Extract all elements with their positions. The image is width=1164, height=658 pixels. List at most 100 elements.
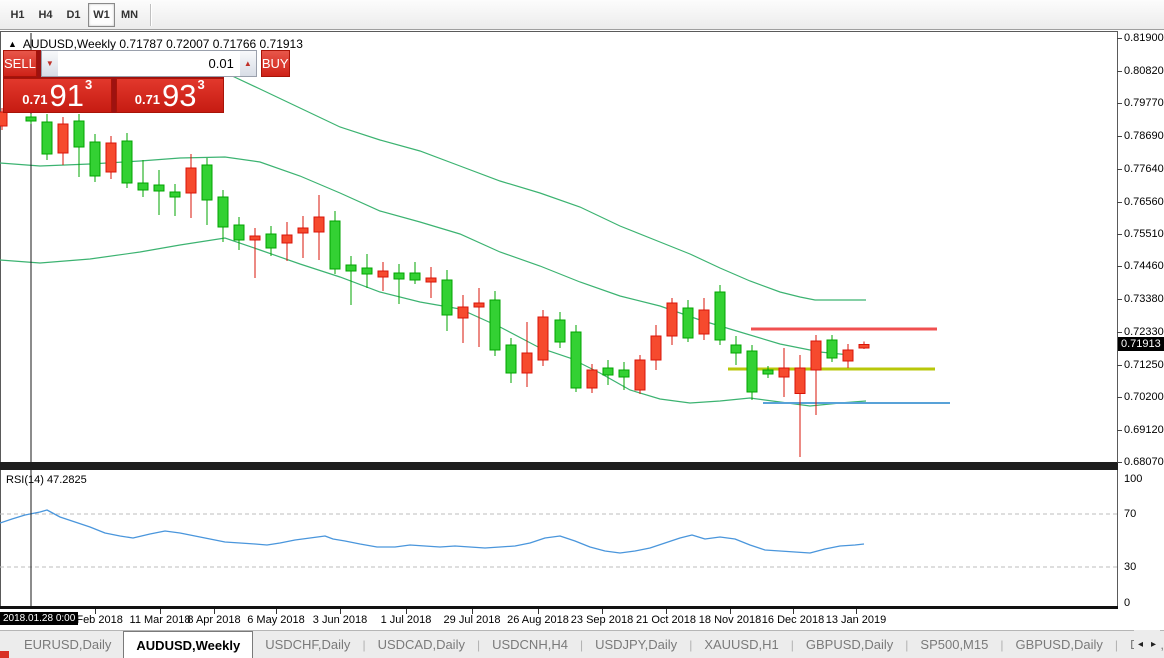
candle (58, 124, 68, 153)
candle (571, 332, 581, 388)
mt4-window: H1H4D1W1MN ▲ AUDUSD,Weekly 0.71787 0.720… (0, 0, 1164, 658)
candle (522, 353, 532, 373)
chart-title-row: ▲ AUDUSD,Weekly 0.71787 0.72007 0.71766 … (8, 37, 303, 51)
candle (779, 368, 789, 377)
candle (90, 142, 100, 176)
candle (378, 271, 388, 277)
candle (314, 217, 324, 232)
candle (731, 345, 741, 353)
buy-price-pip: 3 (198, 77, 205, 92)
candle (843, 350, 853, 361)
chart-tab-xauusd-h1[interactable]: XAUUSD,H1 (692, 631, 790, 658)
date-axis-label: 23 Sep 2018 (571, 614, 633, 626)
price-tick (1117, 462, 1122, 463)
price-tick (1117, 430, 1122, 431)
candle (26, 117, 36, 121)
candle (410, 273, 420, 280)
candle (202, 165, 212, 200)
timeframe-button-w1[interactable]: W1 (88, 3, 115, 27)
sell-price-big: 91 (50, 83, 84, 109)
current-price-tag: 0.71913 (1118, 337, 1164, 351)
candle (747, 351, 757, 392)
buy-button[interactable]: BUY (261, 50, 290, 77)
tab-scroll-left-icon[interactable]: ◂ (1138, 639, 1143, 650)
date-axis-label: 21 Oct 2018 (636, 614, 696, 626)
candle (490, 300, 500, 350)
chart-title: AUDUSD,Weekly 0.71787 0.72007 0.71766 0.… (23, 37, 303, 51)
candle (234, 225, 244, 240)
sell-button[interactable]: SELL (3, 50, 37, 77)
candle (506, 345, 516, 373)
volume-increase-icon[interactable]: ▲ (240, 51, 256, 76)
candle (346, 265, 356, 271)
buy-price-display[interactable]: 0.71 93 3 (116, 78, 225, 113)
chart-tab-usdchf-daily[interactable]: USDCHF,Daily (253, 631, 362, 658)
candle (170, 192, 180, 197)
candle (186, 168, 196, 193)
rsi-axis-label: 0 (1124, 597, 1130, 609)
candle (394, 273, 404, 279)
chart-tab-usdcnh-h4[interactable]: USDCNH,H4 (480, 631, 580, 658)
one-click-trade-panel: SELL ▼ ▲ BUY 0.71 91 3 0.71 93 3 (3, 50, 224, 113)
price-axis-label: 0.76560 (1124, 196, 1164, 208)
price-tick (1117, 169, 1122, 170)
chart-tab-sp500-m15[interactable]: SP500,M15 (908, 631, 1000, 658)
candle (555, 320, 565, 342)
sell-price-display[interactable]: 0.71 91 3 (3, 78, 112, 113)
volume-decrease-icon[interactable]: ▼ (42, 51, 58, 76)
candle (474, 303, 484, 307)
window-corner-marker (0, 651, 9, 658)
candle (683, 308, 693, 338)
timeframe-button-d1[interactable]: D1 (60, 3, 87, 27)
candle (218, 197, 228, 227)
timeframe-button-h4[interactable]: H4 (32, 3, 59, 27)
price-axis-label: 0.70200 (1124, 391, 1164, 403)
collapse-panel-icon[interactable]: ▲ (8, 40, 17, 49)
candle (282, 235, 292, 243)
candle (458, 307, 468, 318)
candle (763, 370, 773, 374)
timeframe-button-h1[interactable]: H1 (4, 3, 31, 27)
chart-tab-eurusd-daily[interactable]: EURUSD,Daily (12, 631, 123, 658)
price-axis-label: 0.71250 (1124, 359, 1164, 371)
timeframe-button-mn[interactable]: MN (116, 3, 143, 27)
sell-price-prefix: 0.71 (22, 92, 47, 107)
chart-tab-gbpusd-daily[interactable]: GBPUSD,Daily (1003, 631, 1114, 658)
chart-tab-usdjpy-daily[interactable]: USDJPY,Daily (583, 631, 689, 658)
candle (426, 278, 436, 282)
tab-scroll-arrows: ◂ ▸ (1134, 630, 1160, 658)
chart-tab-usdcad-daily[interactable]: USDCAD,Daily (366, 631, 477, 658)
date-axis-label: 6 May 2018 (247, 614, 304, 626)
date-axis-label: 13 Jan 2019 (826, 614, 887, 626)
rsi-axis-label: 100 (1124, 473, 1142, 485)
price-tick (1117, 103, 1122, 104)
price-axis-label: 0.73380 (1124, 293, 1164, 305)
price-axis-label: 0.81900 (1124, 32, 1164, 44)
date-axis-label: 16 Dec 2018 (762, 614, 824, 626)
candle (0, 112, 7, 126)
pane-splitter[interactable] (0, 462, 1118, 470)
date-axis-label: 3 Jun 2018 (313, 614, 367, 626)
date-axis-label: 26 Aug 2018 (507, 614, 569, 626)
candle (154, 185, 164, 191)
candle (42, 122, 52, 154)
candle (635, 360, 645, 390)
price-axis-label: 0.75510 (1124, 228, 1164, 240)
date-axis-label: 29 Jul 2018 (444, 614, 501, 626)
date-axis-label: 11 Mar 2018 (130, 614, 191, 626)
price-tick (1117, 332, 1122, 333)
price-axis-label: 0.74460 (1124, 260, 1164, 272)
toolbar-separator (150, 4, 152, 26)
candle (603, 368, 613, 375)
chart-tab-gbpusd-daily[interactable]: GBPUSD,Daily (794, 631, 905, 658)
candle (667, 303, 677, 336)
chart-tab-audusd-weekly[interactable]: AUDUSD,Weekly (123, 631, 253, 658)
price-axis-label: 0.68070 (1124, 456, 1164, 468)
volume-input[interactable] (58, 51, 240, 76)
candle (138, 183, 148, 190)
volume-stepper: ▼ ▲ (41, 50, 257, 77)
price-axis-label: 0.79770 (1124, 97, 1164, 109)
band-upper (228, 74, 866, 300)
candle (699, 310, 709, 334)
tab-scroll-right-icon[interactable]: ▸ (1151, 639, 1156, 650)
